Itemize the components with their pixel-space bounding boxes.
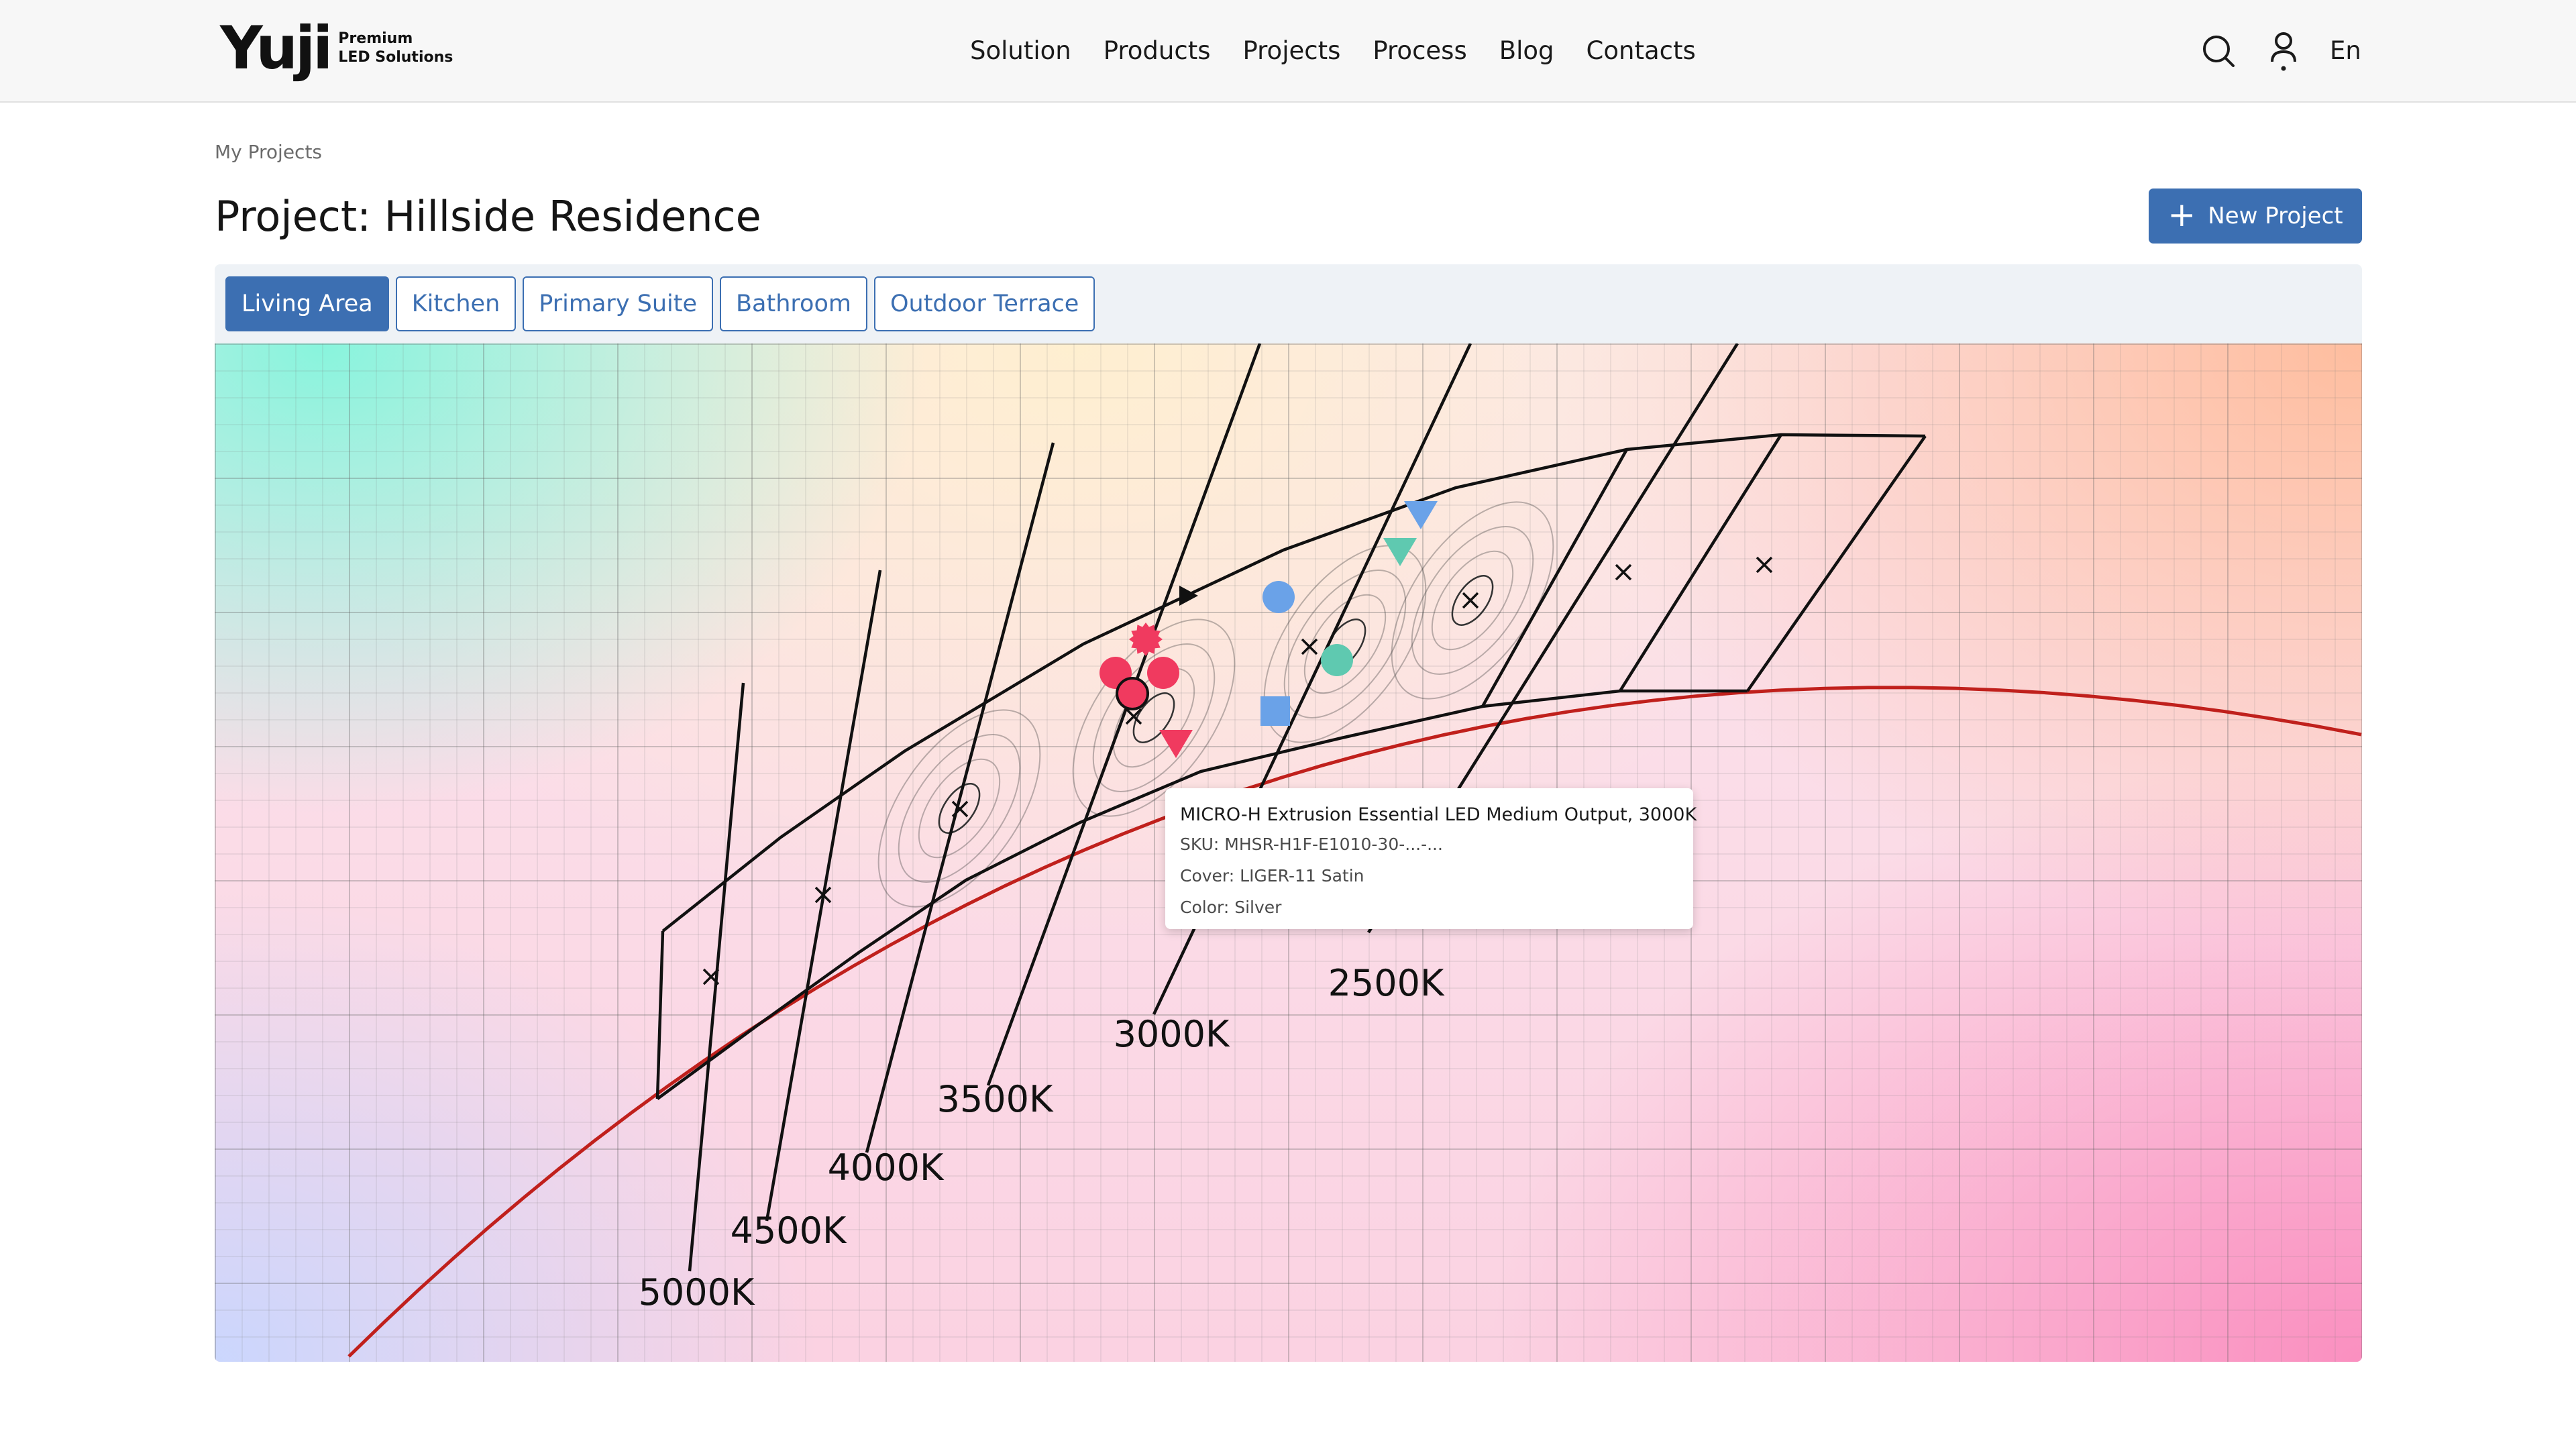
tooltip-title: MICRO-H Extrusion Essential LED Medium O… [1180, 804, 1697, 825]
tab-bathroom[interactable]: Bathroom [720, 276, 867, 331]
ansi-quadrangle-divider [1481, 448, 1628, 708]
tab-primary-suite[interactable]: Primary Suite [523, 276, 714, 331]
cct-label-4000k: 4000K [828, 1146, 945, 1189]
macadam-ellipse [1431, 550, 1514, 651]
project-panel: Living Area Kitchen Primary Suite Bathro… [215, 264, 2362, 1362]
brand-tagline-line-1: Premium [338, 30, 413, 47]
user-icon [2271, 32, 2296, 71]
product-marker-9[interactable] [1260, 696, 1290, 726]
product-marker-4[interactable] [1116, 677, 1149, 710]
tooltip-sku: SKU: MHSR-H1F-E1010-30-...-... [1180, 835, 1443, 854]
cct-chart[interactable]: 5000K 4500K 4000K 3500K 3000K 2500K MICRO-H E… [215, 343, 2362, 1362]
quadrangle-center-marker [1615, 564, 1632, 581]
brand-tagline-line-2: LED Solutions [338, 49, 453, 66]
macadam-ellipse [1411, 526, 1534, 675]
brand-logo[interactable]: Yuji Premium LED Solutions [220, 19, 453, 78]
quadrangle-center-marker [1125, 708, 1142, 725]
ansi-quadrangle-left-edge [655, 930, 665, 1099]
cct-label-5000k: 5000K [639, 1271, 755, 1313]
product-marker-3[interactable] [1147, 657, 1179, 689]
tooltip-cover: Cover: LIGER-11 Satin [1180, 866, 1364, 885]
product-marker-7[interactable] [1263, 581, 1295, 613]
plus-icon: + [2167, 195, 2196, 234]
nav-item-projects[interactable]: Projects [1243, 34, 1341, 68]
main-nav: Solution Products Projects Process Blog … [970, 34, 1696, 68]
nav-item-blog[interactable]: Blog [1499, 34, 1554, 68]
tooltip-color: Color: Silver [1180, 898, 1282, 917]
isotemperature-line-3500k [986, 343, 1262, 1086]
isotemperature-line-5000k [688, 682, 745, 1272]
search-icon [2203, 36, 2235, 67]
quadrangle-center-marker [1462, 592, 1479, 609]
nav-item-products[interactable]: Products [1104, 34, 1211, 68]
nav-item-contacts[interactable]: Contacts [1587, 34, 1696, 68]
isotemperature-line-4000k [865, 442, 1055, 1153]
quadrangle-center-marker [951, 800, 969, 818]
new-project-button[interactable]: + New Project [2149, 189, 2362, 244]
tab-kitchen[interactable]: Kitchen [395, 276, 517, 331]
top-navigation-bar: Yuji Premium LED Solutions Solution Prod… [0, 0, 2576, 103]
product-tooltip: MICRO-H Extrusion Essential LED Medium O… [1165, 788, 1697, 929]
language-selector[interactable]: En [2330, 34, 2361, 68]
cct-label-4500k: 4500K [731, 1210, 847, 1252]
cct-label-3000k: 3000K [1114, 1013, 1230, 1055]
nav-item-solution[interactable]: Solution [970, 34, 1071, 68]
account-button[interactable] [2263, 31, 2304, 71]
brand-tagline: Premium LED Solutions [338, 30, 453, 67]
macadam-ellipse [1391, 501, 1554, 700]
brand-name: Yuji [220, 13, 333, 83]
tab-living-area[interactable]: Living Area [225, 276, 389, 331]
tab-outdoor-terrace[interactable]: Outdoor Terrace [873, 276, 1095, 331]
new-project-label: New Project [2208, 203, 2343, 229]
product-marker-6[interactable] [1179, 586, 1198, 606]
quadrangle-center-marker [1756, 556, 1773, 574]
cct-label-3500k: 3500K [937, 1078, 1054, 1120]
room-tabs: Living Area Kitchen Primary Suite Bathro… [225, 276, 1102, 331]
cct-label-2500k: 2500K [1328, 962, 1445, 1004]
ansi-quadrangle-right-edge [1746, 435, 1927, 692]
product-marker-11[interactable] [1383, 538, 1417, 566]
breadcrumb[interactable]: My Projects [215, 141, 322, 163]
product-marker-8[interactable] [1321, 644, 1353, 676]
nav-item-process[interactable]: Process [1373, 34, 1466, 68]
ansi-quadrangle-divider [1619, 433, 1782, 692]
product-marker-5[interactable] [1159, 730, 1193, 758]
product-marker-10[interactable] [1404, 501, 1438, 529]
macadam-ellipse [1263, 545, 1427, 743]
quadrangle-center-marker [1301, 638, 1318, 655]
search-button[interactable] [2198, 31, 2239, 71]
page-title: Project: Hillside Residence [215, 192, 761, 241]
